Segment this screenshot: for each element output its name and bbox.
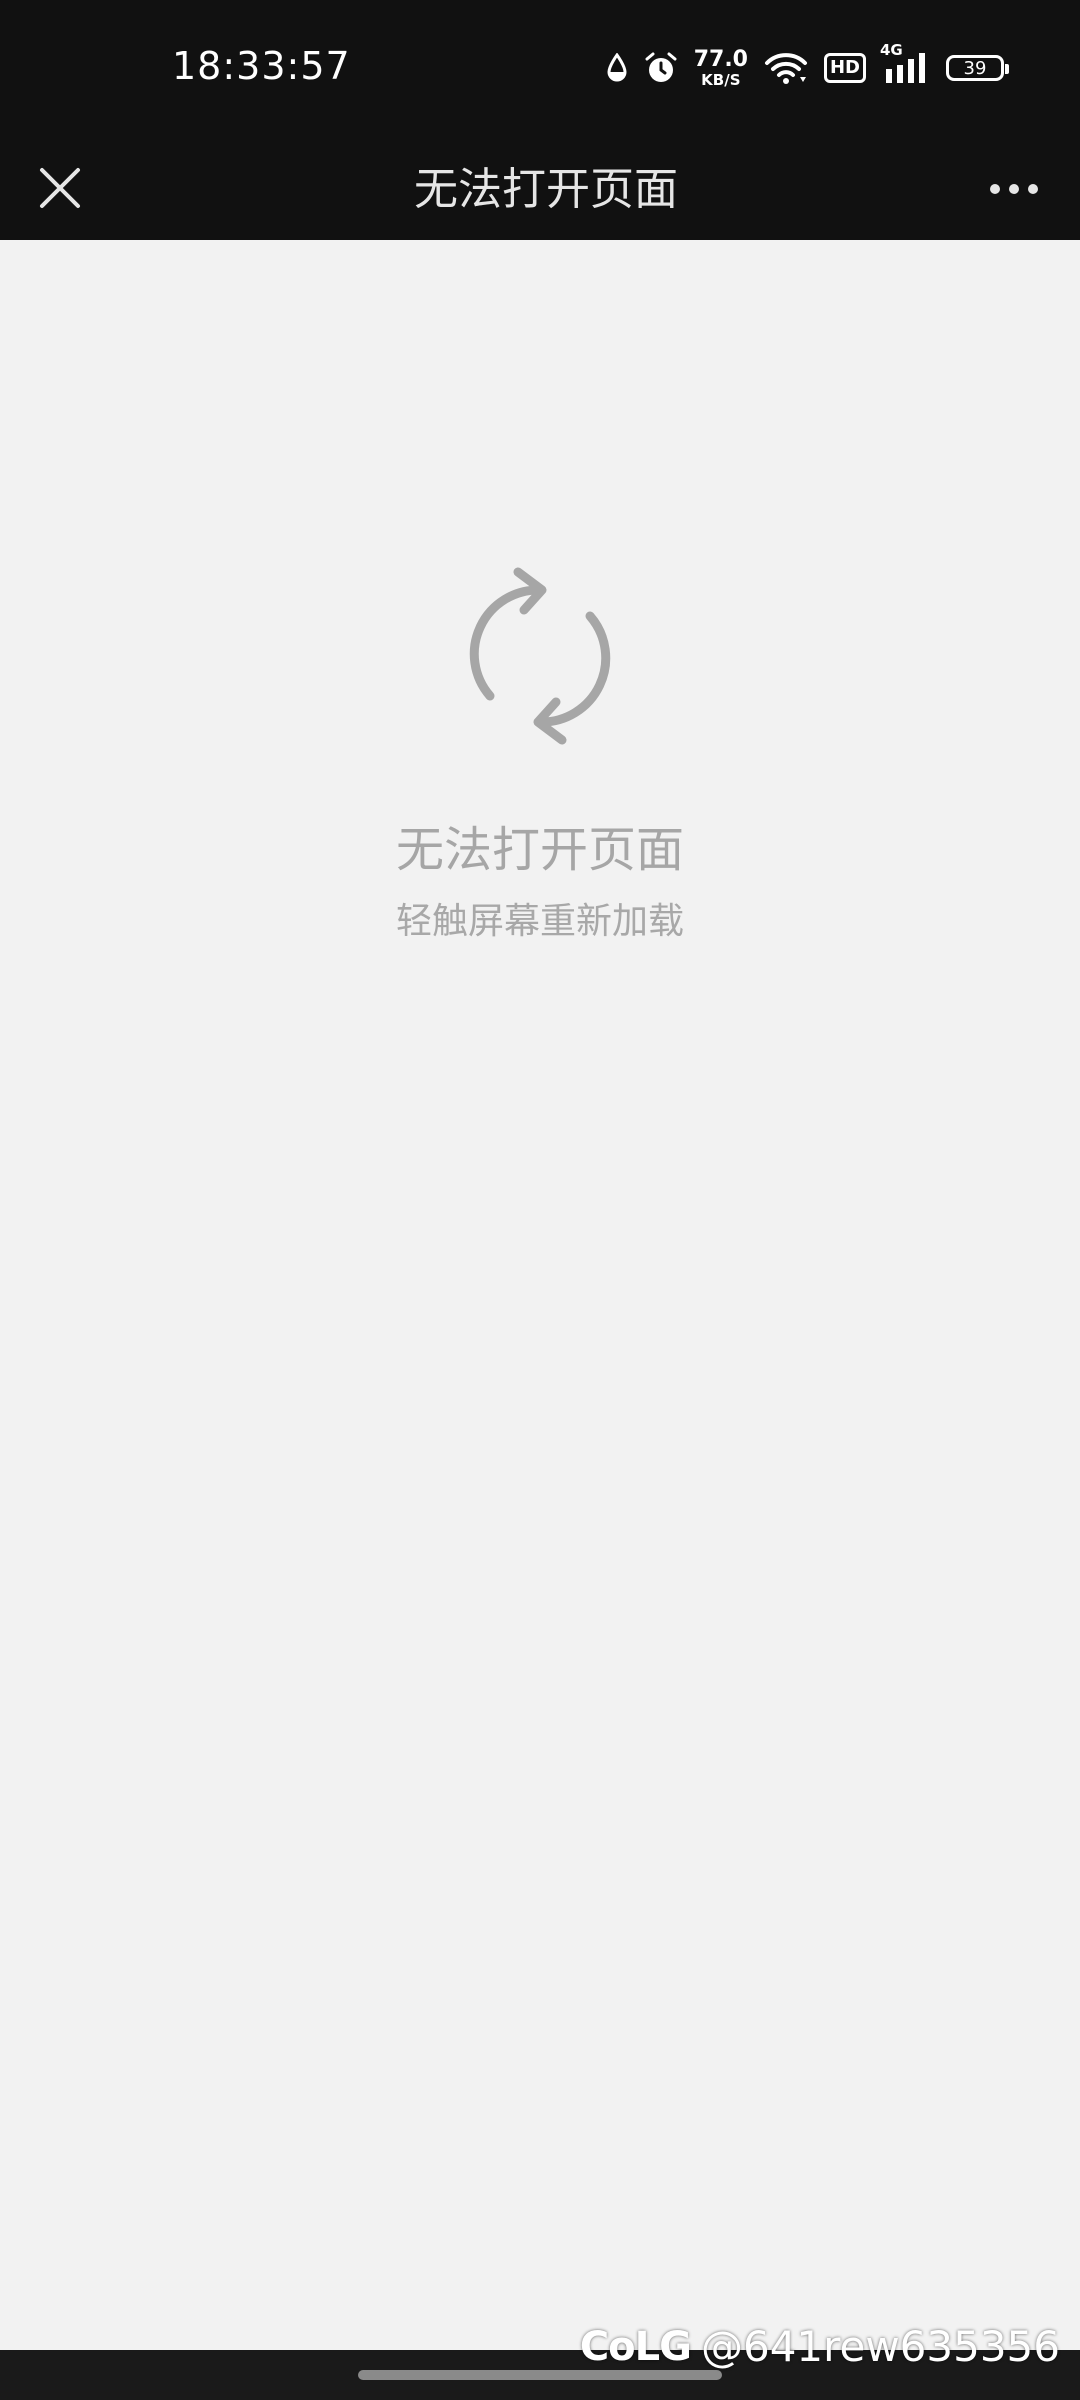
watermark-handle: @641rew635356 xyxy=(700,2322,1060,2371)
error-title: 无法打开页面 xyxy=(395,822,684,878)
wifi-icon xyxy=(764,51,808,85)
more-icon xyxy=(988,181,1040,200)
status-bar: 18:33:57 77.0 KB/S HD 4G 39 xyxy=(0,0,1080,140)
network-speed-unit: KB/S xyxy=(701,70,741,89)
hd-icon: HD xyxy=(823,53,866,83)
home-indicator[interactable] xyxy=(358,2370,722,2380)
network-type-label: 4G xyxy=(880,41,903,59)
battery-icon: 39 xyxy=(946,55,1009,81)
title-bar: 无法打开页面 xyxy=(0,140,1080,240)
status-time: 18:33:57 xyxy=(172,44,351,88)
watermark: CoLG @641rew635356 xyxy=(580,2322,1060,2371)
more-button[interactable] xyxy=(976,152,1052,228)
page-title: 无法打开页面 xyxy=(414,164,678,215)
reload-icon xyxy=(462,566,618,746)
network-speed: 77.0 KB/S xyxy=(693,46,748,89)
status-icons: 77.0 KB/S HD 4G 39 xyxy=(606,41,1009,90)
reload-area[interactable]: 无法打开页面 轻触屏幕重新加载 xyxy=(0,240,1080,2350)
signal-icon: 4G xyxy=(880,41,930,85)
alarm-icon xyxy=(644,51,678,85)
error-hint: 轻触屏幕重新加载 xyxy=(395,901,684,942)
network-speed-value: 77.0 xyxy=(693,46,748,72)
battery-level: 39 xyxy=(963,57,987,79)
watermark-logo: CoLG xyxy=(579,2323,692,2370)
drop-icon xyxy=(606,53,628,83)
